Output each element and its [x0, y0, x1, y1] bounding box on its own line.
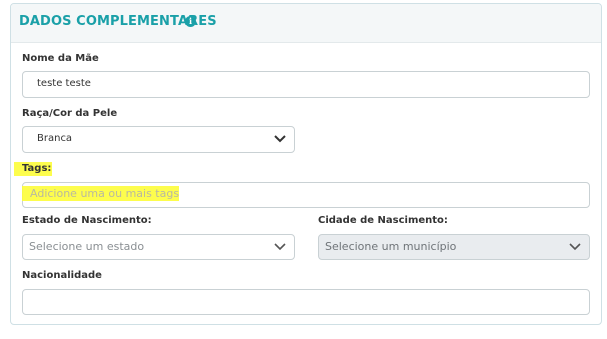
info-icon[interactable]: i	[185, 16, 196, 27]
nationality-label: Nacionalidade	[22, 270, 102, 281]
panel-header: DADOS COMPLEMENTARES i	[11, 4, 601, 43]
birth-state-select[interactable]: Selecione um estado	[22, 234, 295, 260]
race-label: Raça/Cor da Pele	[22, 108, 118, 119]
tags-placeholder: Adicione uma ou mais tags	[30, 187, 180, 200]
race-selected-value: Branca	[37, 133, 73, 144]
tags-label: Tags:	[22, 163, 52, 174]
mother-name-input[interactable]: teste teste	[22, 71, 590, 98]
birth-city-placeholder: Selecione um município	[325, 240, 457, 253]
birth-state-placeholder: Selecione um estado	[29, 240, 145, 253]
nationality-input[interactable]	[22, 289, 590, 315]
birth-city-select[interactable]: Selecione um município	[318, 234, 590, 260]
birth-city-label: Cidade de Nascimento:	[318, 215, 448, 226]
mother-name-value: teste teste	[37, 78, 91, 89]
birth-state-label: Estado de Nascimento:	[22, 215, 152, 226]
mother-name-label: Nome da Mãe	[22, 53, 99, 64]
chevron-down-icon	[274, 243, 286, 251]
race-select[interactable]: Branca	[22, 126, 295, 153]
chevron-down-icon	[569, 243, 581, 251]
chevron-down-icon	[274, 135, 286, 143]
